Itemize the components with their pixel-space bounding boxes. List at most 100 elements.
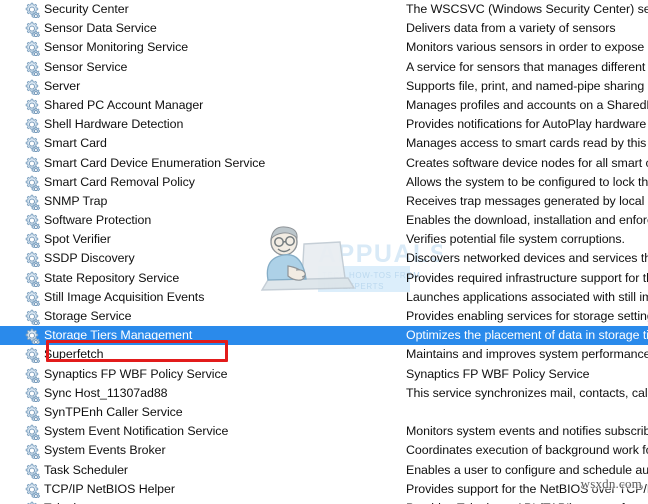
service-gear-icon: [23, 117, 41, 135]
table-row[interactable]: Superfetch Maintains and improves system …: [0, 345, 648, 365]
service-name: Sensor Monitoring Service: [44, 40, 189, 55]
service-description: Optimizes the placement of data in stora…: [406, 328, 648, 343]
service-description: Provides required infrastructure support…: [406, 270, 648, 285]
service-description: Provides support for the NetBIOS over TC…: [406, 481, 648, 496]
table-row[interactable]: State Repository Service Provides require…: [0, 269, 648, 288]
service-name: Still Image Acquisition Events: [44, 289, 205, 304]
service-gear-icon: [23, 405, 41, 423]
service-gear-icon: [23, 463, 41, 480]
service-name: System Events Broker: [44, 443, 166, 458]
service-gear-icon: [23, 2, 41, 20]
service-gear-icon: [23, 136, 41, 154]
service-gear-icon: [23, 482, 41, 499]
service-name: SynTPEnh Caller Service: [44, 404, 183, 419]
table-row[interactable]: Smart Card Removal Policy Allows the syst…: [0, 173, 648, 192]
service-name: Telephony: [44, 499, 100, 504]
service-description: Manages access to smart cards read by th…: [406, 136, 648, 151]
service-name: Security Center: [44, 2, 129, 16]
table-row[interactable]: Smart Card Device Enumeration Service Cre…: [0, 154, 648, 173]
table-row[interactable]: Sync Host_11307ad88 This service synchron…: [0, 384, 648, 403]
service-description: Coordinates execution of background work…: [406, 443, 648, 458]
service-gear-icon: [23, 271, 41, 288]
service-name: State Repository Service: [44, 270, 180, 285]
service-name: Smart Card Removal Policy: [44, 174, 195, 189]
service-name: Server: [44, 78, 81, 93]
table-row[interactable]: SNMP Trap Receives trap messages generate…: [0, 192, 648, 212]
service-name: Storage Tiers Management: [44, 328, 193, 343]
service-gear-icon: [23, 443, 41, 461]
table-row[interactable]: Spot Verifier Verifies potential file sys…: [0, 230, 648, 250]
service-description: Maintains and improves system performanc…: [406, 347, 648, 362]
service-gear-icon: [23, 424, 41, 442]
service-name: Software Protection: [44, 213, 152, 228]
service-description: Synaptics FP WBF Policy Service: [406, 366, 590, 381]
table-row[interactable]: TCP/IP NetBIOS Helper Provides support fo…: [0, 480, 648, 499]
service-name: Synaptics FP WBF Policy Service: [44, 366, 228, 381]
service-gear-icon: [23, 290, 41, 307]
service-description: A service for sensors that manages diffe…: [406, 59, 648, 74]
service-gear-icon: [23, 175, 41, 192]
service-description: Discovers networked devices and services…: [406, 251, 648, 266]
service-description: Creates software device nodes for all sm…: [406, 155, 648, 170]
service-name: TCP/IP NetBIOS Helper: [44, 481, 175, 496]
service-description: Launches applications associated with st…: [406, 289, 648, 304]
service-gear-icon: [23, 194, 41, 212]
service-gear-icon: [23, 328, 41, 346]
service-description: Allows the system to be configured to lo…: [406, 174, 648, 189]
service-name: Spot Verifier: [44, 232, 111, 247]
service-description: Verifies potential file system corruptio…: [406, 232, 625, 247]
service-gear-icon: [23, 386, 41, 403]
service-gear-icon: [23, 79, 41, 96]
service-gear-icon: [23, 40, 41, 58]
table-row[interactable]: Storage Tiers Management Optimizes the pl…: [0, 326, 648, 346]
service-name: Storage Service: [44, 309, 132, 323]
service-name: Smart Card Device Enumeration Service: [44, 155, 266, 170]
table-row[interactable]: Shell Hardware Detection Provides notific…: [0, 115, 648, 135]
table-row[interactable]: System Events Broker Coordinates executio…: [0, 441, 648, 461]
service-description: Supports file, print, and named-pipe sha…: [406, 78, 648, 93]
service-name: Sensor Data Service: [44, 21, 157, 36]
table-row[interactable]: Security Center The WSCSVC (Windows Secur…: [0, 0, 648, 20]
service-name: Sensor Service: [44, 59, 128, 74]
service-description: Monitors system events and notifies subs…: [406, 424, 648, 439]
service-gear-icon: [23, 213, 41, 231]
table-row[interactable]: System Event Notification Service Monitor…: [0, 422, 648, 442]
service-name: Sync Host_11307ad88: [44, 385, 168, 400]
services-list-view[interactable]: APPUALS TECH HOW-TOS FROM THE EXPERTS Se…: [0, 0, 648, 504]
table-row[interactable]: Sensor Data Service Delivers data from a …: [0, 19, 648, 39]
service-name: SNMP Trap: [44, 193, 108, 208]
table-row[interactable]: Shared PC Account Manager Manages profile…: [0, 96, 648, 116]
table-row[interactable]: SSDP Discovery Discovers networked device…: [0, 249, 648, 269]
service-gear-icon: [23, 309, 41, 327]
service-description: Monitors various sensors in order to exp…: [406, 40, 648, 55]
table-row[interactable]: Still Image Acquisition Events Launches a…: [0, 288, 648, 307]
service-gear-icon: [23, 98, 41, 116]
service-description: Receives trap messages generated by loca…: [406, 193, 648, 208]
table-row[interactable]: Telephony Provides Telephony API (TAPI) s…: [0, 499, 648, 504]
table-row[interactable]: Server Supports file, print, and named-pi…: [0, 77, 648, 96]
service-name: Task Scheduler: [44, 462, 129, 477]
service-gear-icon: [23, 347, 41, 365]
service-rows[interactable]: Security Center The WSCSVC (Windows Secur…: [0, 0, 648, 504]
service-gear-icon: [23, 156, 41, 173]
service-gear-icon: [23, 367, 41, 384]
service-gear-icon: [23, 251, 41, 269]
table-row[interactable]: Synaptics FP WBF Policy Service Synaptics…: [0, 365, 648, 384]
table-row[interactable]: Task Scheduler Enables a user to configur…: [0, 461, 648, 480]
service-gear-icon: [23, 21, 41, 39]
table-row[interactable]: Smart Card Manages access to smart cards …: [0, 134, 648, 154]
table-row[interactable]: Sensor Monitoring Service Monitors variou…: [0, 38, 648, 58]
service-description: Enables a user to configure and schedule…: [406, 462, 648, 477]
service-name: Smart Card: [44, 136, 107, 151]
service-description: The WSCSVC (Windows Security Center) ser…: [406, 2, 648, 16]
table-row[interactable]: SynTPEnh Caller Service: [0, 403, 648, 423]
service-gear-icon: [23, 232, 41, 250]
table-row[interactable]: Sensor Service A service for sensors that…: [0, 58, 648, 77]
table-row[interactable]: Software Protection Enables the download,…: [0, 211, 648, 231]
service-description: Provides notifications for AutoPlay hard…: [406, 117, 648, 132]
table-row[interactable]: Storage Service Provides enabling service…: [0, 307, 648, 327]
service-description: Enables the download, installation and e…: [406, 213, 648, 228]
service-name: Superfetch: [44, 347, 104, 362]
service-name: SSDP Discovery: [44, 251, 135, 266]
service-description: Manages profiles and accounts on a Share…: [406, 97, 648, 112]
